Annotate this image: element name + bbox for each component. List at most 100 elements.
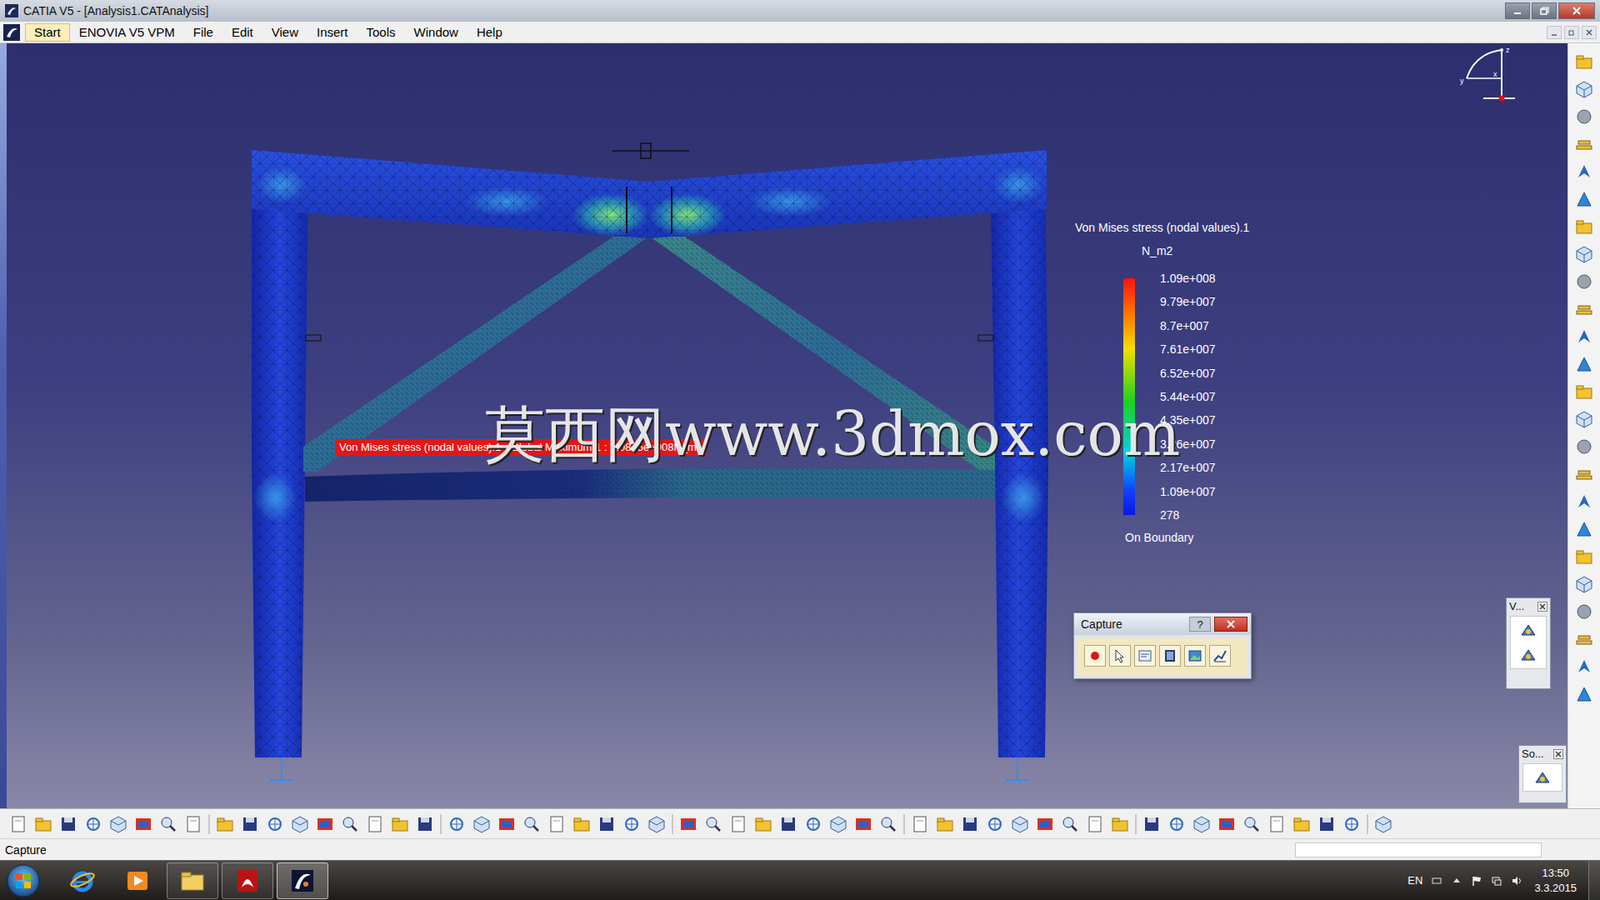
toolbar-icon[interactable] bbox=[133, 814, 154, 835]
toolbar-icon[interactable] bbox=[1574, 326, 1595, 347]
keyboard-icon[interactable] bbox=[1430, 875, 1443, 887]
toolbar-icon[interactable] bbox=[1574, 299, 1595, 320]
toolbar-icon[interactable] bbox=[1574, 491, 1595, 512]
toolbar-icon[interactable] bbox=[1574, 106, 1595, 127]
menu-item[interactable]: Window bbox=[405, 23, 468, 42]
toolbar-icon[interactable] bbox=[753, 814, 774, 835]
stress-legend[interactable]: Von Mises stress (nodal values).1N_m21.0… bbox=[1075, 220, 1250, 545]
toolbar-icon[interactable] bbox=[678, 814, 699, 835]
toolbar-icon[interactable] bbox=[1574, 244, 1595, 265]
left-column[interactable] bbox=[251, 155, 309, 758]
toolbar-icon[interactable] bbox=[1085, 814, 1105, 835]
toolbar-icon[interactable] bbox=[1574, 354, 1595, 375]
toolbar-icon[interactable] bbox=[1141, 814, 1162, 835]
menu-item[interactable]: Start bbox=[25, 23, 70, 42]
toolbar-icon[interactable] bbox=[1574, 381, 1595, 402]
clamp-support-right-icon[interactable] bbox=[1004, 757, 1030, 785]
tool-icon[interactable] bbox=[1518, 645, 1539, 665]
document-minimize-button[interactable] bbox=[1546, 25, 1562, 40]
toolbar-icon[interactable] bbox=[1110, 814, 1130, 835]
toolbar-icon[interactable] bbox=[878, 814, 899, 835]
toolbar-icon[interactable] bbox=[1010, 814, 1030, 835]
close-button[interactable] bbox=[1214, 616, 1248, 632]
toolbar-icon[interactable] bbox=[521, 814, 542, 835]
capture-title-bar[interactable]: Capture? bbox=[1074, 613, 1251, 635]
toolbar-icon[interactable] bbox=[215, 814, 235, 835]
options-button[interactable] bbox=[1134, 645, 1156, 667]
toolbar-icon[interactable] bbox=[415, 814, 435, 835]
clamp-support-left-icon[interactable] bbox=[268, 757, 294, 785]
toolbar-icon[interactable] bbox=[390, 814, 410, 835]
capture-image-button[interactable] bbox=[1184, 645, 1206, 667]
toolbar-icon[interactable] bbox=[621, 814, 642, 835]
toolbar-icon[interactable] bbox=[1574, 79, 1595, 100]
start-button-icon[interactable] bbox=[5, 862, 42, 900]
toolbar-icon[interactable] bbox=[803, 814, 824, 835]
toolbar-icon[interactable] bbox=[58, 814, 79, 835]
language-indicator[interactable]: EN bbox=[1407, 874, 1423, 887]
toolbar-icon[interactable] bbox=[828, 814, 849, 835]
toolbar-icon[interactable] bbox=[1574, 216, 1595, 237]
media-taskbar-button[interactable] bbox=[111, 862, 164, 900]
toolbar-icon[interactable] bbox=[1574, 684, 1595, 705]
toolbar-icon[interactable] bbox=[1574, 519, 1595, 540]
toolbar-icon[interactable] bbox=[1241, 814, 1262, 835]
toolbar-icon[interactable] bbox=[1166, 814, 1187, 835]
toolbar-icon[interactable] bbox=[108, 814, 129, 835]
toolbar-icon[interactable] bbox=[1291, 814, 1312, 835]
tool-icon[interactable] bbox=[1518, 620, 1539, 640]
menu-item[interactable]: File bbox=[184, 23, 223, 42]
menu-item[interactable]: Help bbox=[467, 23, 512, 42]
toolbar-icon[interactable] bbox=[1316, 814, 1337, 835]
minimize-button[interactable] bbox=[1505, 2, 1530, 20]
show-hidden-icons-icon[interactable] bbox=[1450, 875, 1463, 887]
toolbar-icon[interactable] bbox=[83, 814, 104, 835]
toolbar-icon[interactable] bbox=[960, 814, 980, 835]
toolbar-icon[interactable] bbox=[728, 814, 749, 835]
toolbar-icon[interactable] bbox=[596, 814, 617, 835]
clock[interactable]: 13:503.3.2015 bbox=[1530, 865, 1580, 896]
toolbar-icon[interactable] bbox=[471, 814, 492, 835]
menu-item[interactable]: Edit bbox=[222, 23, 263, 42]
mini-toolbar[interactable]: So... bbox=[1518, 745, 1567, 804]
toolbar-icon[interactable] bbox=[446, 814, 467, 835]
show-desktop-button[interactable] bbox=[1588, 860, 1600, 900]
document-close-button[interactable] bbox=[1581, 25, 1597, 40]
compass-icon[interactable]: zxy bbox=[1458, 45, 1517, 115]
toolbar-icon[interactable] bbox=[1191, 814, 1212, 835]
toolbar-icon[interactable] bbox=[158, 814, 179, 835]
capture-chart-button[interactable] bbox=[1209, 645, 1231, 667]
toolbar-icon[interactable] bbox=[703, 814, 724, 835]
toolbar-icon[interactable] bbox=[1574, 656, 1595, 677]
toolbar-icon[interactable] bbox=[646, 814, 667, 835]
toolbar-icon[interactable] bbox=[1574, 189, 1595, 210]
toolbar-icon[interactable] bbox=[1266, 814, 1287, 835]
tool-icon[interactable] bbox=[1532, 767, 1553, 788]
mini-toolbar-title-bar[interactable]: V... bbox=[1506, 598, 1550, 615]
tree-scroll-strip[interactable] bbox=[0, 43, 7, 809]
toolbar-icon[interactable] bbox=[1574, 161, 1595, 182]
toolbar-icon[interactable] bbox=[496, 814, 517, 835]
menu-item[interactable]: Insert bbox=[307, 23, 358, 42]
top-beam[interactable] bbox=[251, 150, 1047, 239]
toolbar-icon[interactable] bbox=[1574, 601, 1595, 622]
toolbar-icon[interactable] bbox=[853, 814, 874, 835]
command-field[interactable] bbox=[1295, 842, 1542, 858]
load-marker-icon[interactable] bbox=[612, 143, 690, 159]
toolbar-icon[interactable] bbox=[340, 814, 360, 835]
toolbar-icon[interactable] bbox=[546, 814, 567, 835]
toolbar-icon[interactable] bbox=[1574, 134, 1595, 155]
3d-viewport[interactable]: Von Mises stress (nodal values).1N_m21.0… bbox=[6, 43, 1568, 809]
toolbar-icon[interactable] bbox=[1373, 814, 1394, 835]
catia-taskbar-button[interactable] bbox=[276, 862, 329, 900]
network-icon[interactable] bbox=[1490, 875, 1503, 887]
toolbar-icon[interactable] bbox=[1060, 814, 1080, 835]
capture-toolbar[interactable]: Capture? bbox=[1073, 612, 1252, 680]
mini-toolbar-title-bar[interactable]: So... bbox=[1519, 745, 1566, 762]
toolbar-icon[interactable] bbox=[1035, 814, 1055, 835]
maximize-button[interactable] bbox=[1531, 2, 1557, 20]
select-mode-button[interactable] bbox=[1109, 645, 1131, 667]
toolbar-icon[interactable] bbox=[571, 814, 592, 835]
close-button[interactable] bbox=[1558, 2, 1595, 20]
toolbar-icon[interactable] bbox=[1574, 436, 1595, 457]
